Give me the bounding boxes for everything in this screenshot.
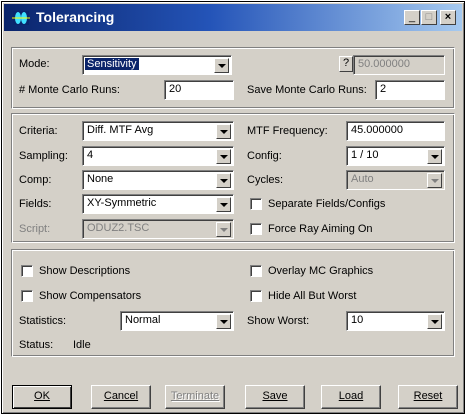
statistics-value: Normal <box>125 314 161 326</box>
overlay-mc-graphics-checkbox[interactable] <box>250 265 262 277</box>
chevron-down-icon[interactable] <box>427 314 442 329</box>
mc-runs-label: # Monte Carlo Runs: <box>19 84 120 96</box>
chevron-down-icon <box>216 222 231 237</box>
sampling-value: 4 <box>87 149 94 161</box>
statistics-dropdown[interactable]: Normal <box>120 311 234 331</box>
close-button[interactable]: × <box>440 10 456 25</box>
show-descriptions-label: Show Descriptions <box>39 265 131 277</box>
show-compensators-checkbox[interactable] <box>21 290 33 302</box>
force-ray-aiming-label: Force Ray Aiming On <box>268 223 373 235</box>
sampling-dropdown[interactable]: 4 <box>82 146 234 166</box>
config-dropdown[interactable]: 1 / 10 <box>346 146 445 166</box>
status-value: Idle <box>73 339 91 351</box>
load-button[interactable]: Load <box>321 385 381 409</box>
cycles-value: Auto <box>351 173 374 185</box>
show-worst-value: 10 <box>351 314 364 326</box>
mode-value: Sensitivity <box>85 58 139 70</box>
separate-fields-label: Separate Fields/Configs <box>268 198 386 210</box>
cancel-button[interactable]: Cancel <box>91 385 151 409</box>
chevron-down-icon[interactable] <box>216 173 231 188</box>
save-button-label: Save <box>262 390 288 402</box>
question-button[interactable]: ? <box>339 56 353 72</box>
script-value: ODUZ2.TSC <box>87 222 150 234</box>
title-bar[interactable]: Tolerancing _ □ × <box>4 4 462 31</box>
mtf-frequency-label: MTF Frequency: <box>247 125 328 137</box>
tolerancing-dialog: Tolerancing _ □ × Mode: Sensitivity ? 50… <box>1 1 465 414</box>
chevron-down-icon[interactable] <box>216 124 231 139</box>
save-mc-runs-input[interactable]: 2 <box>375 80 445 100</box>
window-title: Tolerancing <box>36 9 115 25</box>
cycles-dropdown: Auto <box>346 170 445 190</box>
mode-label: Mode: <box>19 58 50 70</box>
overlay-mc-graphics-label: Overlay MC Graphics <box>268 265 374 277</box>
threshold-field: 50.000000 <box>353 55 445 75</box>
show-worst-dropdown[interactable]: 10 <box>346 311 445 331</box>
cycles-label: Cycles: <box>247 174 284 186</box>
load-button-label: Load <box>338 390 364 402</box>
comp-label: Comp: <box>19 174 52 186</box>
save-button[interactable]: Save <box>245 385 305 409</box>
force-ray-aiming-checkbox[interactable] <box>250 223 262 235</box>
status-label: Status: <box>19 339 54 351</box>
separate-fields-checkbox[interactable] <box>250 198 262 210</box>
fields-label: Fields: <box>19 198 52 210</box>
script-dropdown: ODUZ2.TSC <box>82 219 234 239</box>
statistics-label: Statistics: <box>19 315 67 327</box>
fields-value: XY-Symmetric <box>87 197 157 209</box>
chevron-down-icon[interactable] <box>216 197 231 212</box>
ok-button[interactable]: OK <box>12 385 72 409</box>
ok-button-label: OK <box>34 390 50 402</box>
comp-dropdown[interactable]: None <box>82 170 234 190</box>
config-value: 1 / 10 <box>351 149 379 161</box>
cancel-button-label: Cancel <box>103 390 139 402</box>
criteria-label: Criteria: <box>19 125 58 137</box>
chevron-down-icon <box>427 173 442 188</box>
reset-button[interactable]: Reset <box>398 385 458 409</box>
tolerancing-app-icon <box>12 11 30 25</box>
sampling-label: Sampling: <box>19 150 68 162</box>
chevron-down-icon[interactable] <box>214 58 229 73</box>
criteria-value: Diff. MTF Avg <box>87 124 154 136</box>
mc-runs-input[interactable]: 20 <box>164 80 234 100</box>
show-worst-label: Show Worst: <box>247 315 310 327</box>
maximize-button[interactable]: □ <box>421 10 437 25</box>
show-compensators-label: Show Compensators <box>39 290 142 302</box>
comp-value: None <box>87 173 114 185</box>
script-label: Script: <box>19 223 51 235</box>
mtf-frequency-input[interactable]: 45.000000 <box>346 121 445 141</box>
criteria-dropdown[interactable]: Diff. MTF Avg <box>82 121 234 141</box>
terminate-button-label: Terminate <box>170 390 220 402</box>
minimize-button[interactable]: _ <box>404 10 420 25</box>
chevron-down-icon[interactable] <box>427 149 442 164</box>
hide-all-but-worst-checkbox[interactable] <box>250 290 262 302</box>
reset-button-label: Reset <box>413 390 443 402</box>
hide-all-but-worst-label: Hide All But Worst <box>268 290 357 302</box>
terminate-button: Terminate <box>165 385 225 409</box>
save-mc-runs-label: Save Monte Carlo Runs: <box>247 84 367 96</box>
show-descriptions-checkbox[interactable] <box>21 265 33 277</box>
mode-dropdown[interactable]: Sensitivity <box>82 55 232 75</box>
chevron-down-icon[interactable] <box>216 149 231 164</box>
fields-dropdown[interactable]: XY-Symmetric <box>82 194 234 214</box>
config-label: Config: <box>247 150 282 162</box>
chevron-down-icon[interactable] <box>216 314 231 329</box>
